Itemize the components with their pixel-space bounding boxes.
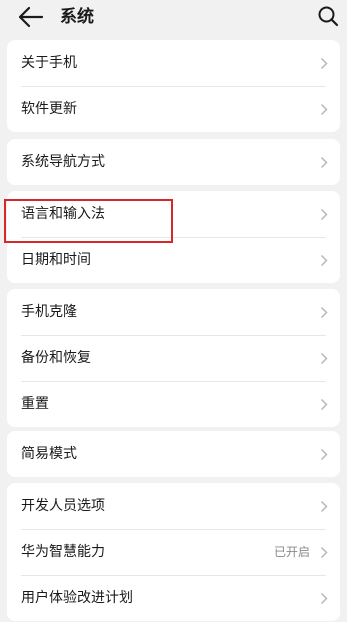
setting-label: 日期和时间 <box>21 252 91 268</box>
setting-label: 关于手机 <box>21 55 77 71</box>
setting-row-date-time[interactable]: 日期和时间 <box>7 237 340 283</box>
chevron-right-icon <box>320 592 328 605</box>
settings-group-language: 语言和输入法 日期和时间 <box>7 191 340 283</box>
chevron-right-icon <box>320 546 328 559</box>
setting-row-backup-restore[interactable]: 备份和恢复 <box>7 335 340 381</box>
setting-status-value: 已开启 <box>273 545 310 559</box>
search-icon[interactable] <box>317 5 339 27</box>
settings-group-simple-mode: 简易模式 <box>7 431 340 477</box>
setting-label: 开发人员选项 <box>21 498 105 514</box>
setting-row-software-update[interactable]: 软件更新 <box>7 86 340 132</box>
setting-row-simple-mode[interactable]: 简易模式 <box>7 431 340 477</box>
page-title: 系统 <box>60 7 94 27</box>
setting-label: 手机克隆 <box>21 304 77 320</box>
setting-label: 系统导航方式 <box>21 154 105 170</box>
settings-group-device: 关于手机 软件更新 <box>7 40 340 132</box>
setting-row-about-phone[interactable]: 关于手机 <box>7 40 340 86</box>
settings-group-advanced: 开发人员选项 华为智慧能力 已开启 用户体验改进计划 <box>7 483 340 621</box>
setting-row-language-input[interactable]: 语言和输入法 <box>7 191 340 237</box>
setting-row-user-experience[interactable]: 用户体验改进计划 <box>7 575 340 621</box>
chevron-right-icon <box>320 208 328 221</box>
setting-row-reset[interactable]: 重置 <box>7 381 340 427</box>
setting-label: 华为智慧能力 <box>21 544 105 560</box>
chevron-right-icon <box>320 156 328 169</box>
chevron-right-icon <box>320 448 328 461</box>
chevron-right-icon <box>320 306 328 319</box>
setting-label: 重置 <box>21 396 49 412</box>
app-header: 系统 <box>0 0 347 38</box>
setting-row-developer-options[interactable]: 开发人员选项 <box>7 483 340 529</box>
setting-row-phone-clone[interactable]: 手机克隆 <box>7 289 340 335</box>
setting-label: 简易模式 <box>21 446 77 462</box>
chevron-right-icon <box>320 500 328 513</box>
settings-group-backup: 手机克隆 备份和恢复 重置 <box>7 289 340 427</box>
chevron-right-icon <box>320 254 328 267</box>
setting-row-huawei-smart[interactable]: 华为智慧能力 已开启 <box>7 529 340 575</box>
chevron-right-icon <box>320 57 328 70</box>
chevron-right-icon <box>320 103 328 116</box>
setting-label: 语言和输入法 <box>21 206 105 222</box>
chevron-right-icon <box>320 352 328 365</box>
setting-label: 备份和恢复 <box>21 350 91 366</box>
setting-label: 软件更新 <box>21 101 77 117</box>
setting-label: 用户体验改进计划 <box>21 590 133 606</box>
settings-group-navigation: 系统导航方式 <box>7 139 340 185</box>
chevron-right-icon <box>320 398 328 411</box>
arrow-left-icon[interactable] <box>18 6 44 28</box>
setting-row-system-navigation[interactable]: 系统导航方式 <box>7 139 340 185</box>
